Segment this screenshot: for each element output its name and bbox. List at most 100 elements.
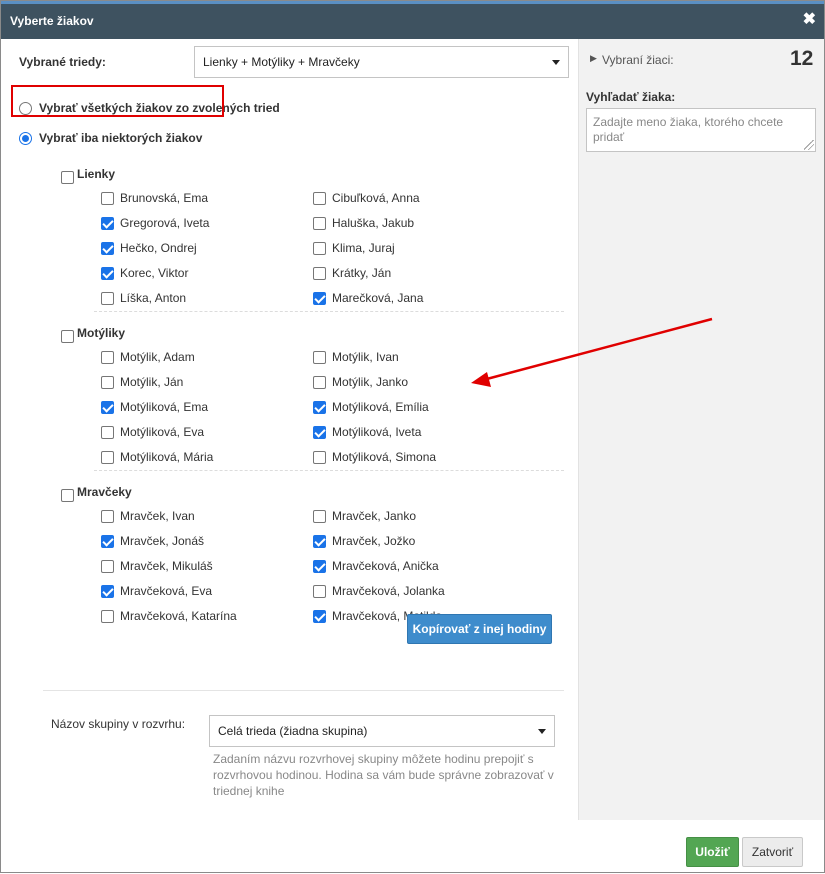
- student-item[interactable]: Mravček, Janko: [313, 508, 416, 524]
- student-checkbox[interactable]: [101, 191, 114, 205]
- class-group-checkbox[interactable]: [61, 171, 74, 184]
- student-name: Hečko, Ondrej: [120, 241, 197, 255]
- schedule-group-dropdown[interactable]: Celá trieda (žiadna skupina): [209, 715, 555, 747]
- student-name: Motýlik, Ján: [120, 375, 184, 389]
- class-group-checkbox[interactable]: [61, 330, 74, 343]
- student-item[interactable]: Mravčeková, Katarína: [101, 608, 237, 624]
- close-icon[interactable]: ✖: [803, 12, 816, 28]
- class-group-header[interactable]: Mravčeky: [61, 482, 132, 502]
- student-item[interactable]: Motýlik, Adam: [101, 349, 195, 365]
- student-name: Mravčeková, Anička: [332, 559, 439, 573]
- student-name: Mravčeková, Katarína: [120, 609, 237, 623]
- student-item[interactable]: Motýliková, Ema: [101, 399, 208, 415]
- student-item[interactable]: Hečko, Ondrej: [101, 240, 197, 256]
- student-checkbox[interactable]: [313, 191, 326, 205]
- student-name: Brunovská, Ema: [120, 191, 209, 205]
- student-checkbox[interactable]: [313, 425, 326, 439]
- save-button[interactable]: Uložiť: [686, 837, 739, 867]
- student-checkbox[interactable]: [313, 216, 326, 230]
- student-checkbox[interactable]: [313, 509, 326, 523]
- student-name: Líška, Anton: [120, 291, 187, 305]
- student-item[interactable]: Mravčeková, Jolanka: [313, 583, 445, 599]
- close-button[interactable]: Zatvoriť: [742, 837, 803, 867]
- radio-select-all[interactable]: [19, 101, 32, 115]
- student-checkbox[interactable]: [313, 534, 326, 548]
- radio-select-some-row[interactable]: Vybrať iba niektorých žiakov: [19, 131, 202, 145]
- student-item[interactable]: Korec, Viktor: [101, 265, 188, 281]
- student-checkbox[interactable]: [101, 375, 114, 389]
- student-item[interactable]: Mravček, Jonáš: [101, 533, 204, 549]
- student-checkbox[interactable]: [101, 609, 114, 623]
- student-name: Mravček, Mikuláš: [120, 559, 213, 573]
- student-name: Haluška, Jakub: [332, 216, 415, 230]
- student-item[interactable]: Cibuľková, Anna: [313, 190, 420, 206]
- search-student-input[interactable]: [586, 108, 816, 152]
- student-item[interactable]: Motýlik, Janko: [313, 374, 408, 390]
- student-name: Mravček, Jonáš: [120, 534, 205, 548]
- student-name: Motýlik, Janko: [332, 375, 409, 389]
- class-group-checkbox[interactable]: [61, 489, 74, 502]
- schedule-group-label: Názov skupiny v rozvrhu:: [51, 717, 186, 731]
- student-item[interactable]: Marečková, Jana: [313, 290, 423, 306]
- radio-select-some-label: Vybrať iba niektorých žiakov: [39, 131, 203, 145]
- student-item[interactable]: Mravčeková, Anička: [313, 558, 439, 574]
- student-item[interactable]: Mravček, Jožko: [313, 533, 415, 549]
- student-checkbox[interactable]: [101, 400, 114, 414]
- caret-right-icon[interactable]: ▶: [590, 53, 597, 64]
- student-item[interactable]: Motýliková, Eva: [101, 424, 204, 440]
- student-name: Motýlik, Adam: [120, 350, 195, 364]
- student-item[interactable]: Gregorová, Iveta: [101, 215, 209, 231]
- student-item[interactable]: Haluška, Jakub: [313, 215, 414, 231]
- student-item[interactable]: Motýliková, Mária: [101, 449, 213, 465]
- student-checkbox[interactable]: [313, 559, 326, 573]
- student-checkbox[interactable]: [101, 559, 114, 573]
- student-item[interactable]: Líška, Anton: [101, 290, 186, 306]
- student-checkbox[interactable]: [313, 241, 326, 255]
- student-checkbox[interactable]: [101, 350, 114, 364]
- student-name: Mravčeková, Eva: [120, 584, 213, 598]
- student-name: Motýliková, Mária: [120, 450, 214, 464]
- student-item[interactable]: Mravček, Mikuláš: [101, 558, 213, 574]
- student-name: Motýliková, Simona: [332, 450, 437, 464]
- student-checkbox[interactable]: [313, 609, 326, 623]
- student-item[interactable]: Motýlik, Ivan: [313, 349, 399, 365]
- student-checkbox[interactable]: [101, 509, 114, 523]
- student-checkbox[interactable]: [313, 375, 326, 389]
- student-checkbox[interactable]: [313, 291, 326, 305]
- student-checkbox[interactable]: [313, 350, 326, 364]
- student-checkbox[interactable]: [313, 584, 326, 598]
- copy-from-other-lesson-button[interactable]: Kopírovať z inej hodiny: [407, 614, 552, 644]
- student-checkbox[interactable]: [101, 241, 114, 255]
- select-students-dialog: Vyberte žiakov ✖ Vybrané triedy: Lienky …: [0, 0, 825, 873]
- student-item[interactable]: Mravček, Ivan: [101, 508, 195, 524]
- student-item[interactable]: Motýliková, Iveta: [313, 424, 421, 440]
- student-checkbox[interactable]: [101, 291, 114, 305]
- student-item[interactable]: Klima, Juraj: [313, 240, 395, 256]
- radio-select-all-label: Vybrať všetkých žiakov zo zvolených trie…: [39, 101, 280, 115]
- selected-classes-dropdown[interactable]: Lienky + Motýliky + Mravčeky: [194, 46, 569, 78]
- student-item[interactable]: Mravčeková, Eva: [101, 583, 212, 599]
- search-student-label: Vyhľadať žiaka:: [586, 90, 676, 104]
- resize-grip-icon[interactable]: [804, 140, 814, 150]
- class-group-header[interactable]: Lienky: [61, 164, 115, 184]
- student-item[interactable]: Motýliková, Simona: [313, 449, 436, 465]
- student-item[interactable]: Krátky, Ján: [313, 265, 391, 281]
- student-name: Motýliková, Eva: [120, 425, 205, 439]
- student-item[interactable]: Motýlik, Ján: [101, 374, 183, 390]
- student-checkbox[interactable]: [101, 216, 114, 230]
- class-group-name: Mravčeky: [77, 485, 132, 499]
- student-checkbox[interactable]: [101, 266, 114, 280]
- selected-students-label[interactable]: Vybraní žiaci:: [602, 53, 674, 67]
- student-checkbox[interactable]: [313, 450, 326, 464]
- student-checkbox[interactable]: [101, 450, 114, 464]
- student-item[interactable]: Motýliková, Emília: [313, 399, 429, 415]
- student-checkbox[interactable]: [313, 266, 326, 280]
- class-group-header[interactable]: Motýliky: [61, 323, 125, 343]
- student-item[interactable]: Brunovská, Ema: [101, 190, 208, 206]
- student-checkbox[interactable]: [101, 534, 114, 548]
- student-checkbox[interactable]: [313, 400, 326, 414]
- radio-select-some[interactable]: [19, 131, 32, 145]
- radio-select-all-row[interactable]: Vybrať všetkých žiakov zo zvolených trie…: [19, 101, 280, 115]
- student-checkbox[interactable]: [101, 425, 114, 439]
- student-checkbox[interactable]: [101, 584, 114, 598]
